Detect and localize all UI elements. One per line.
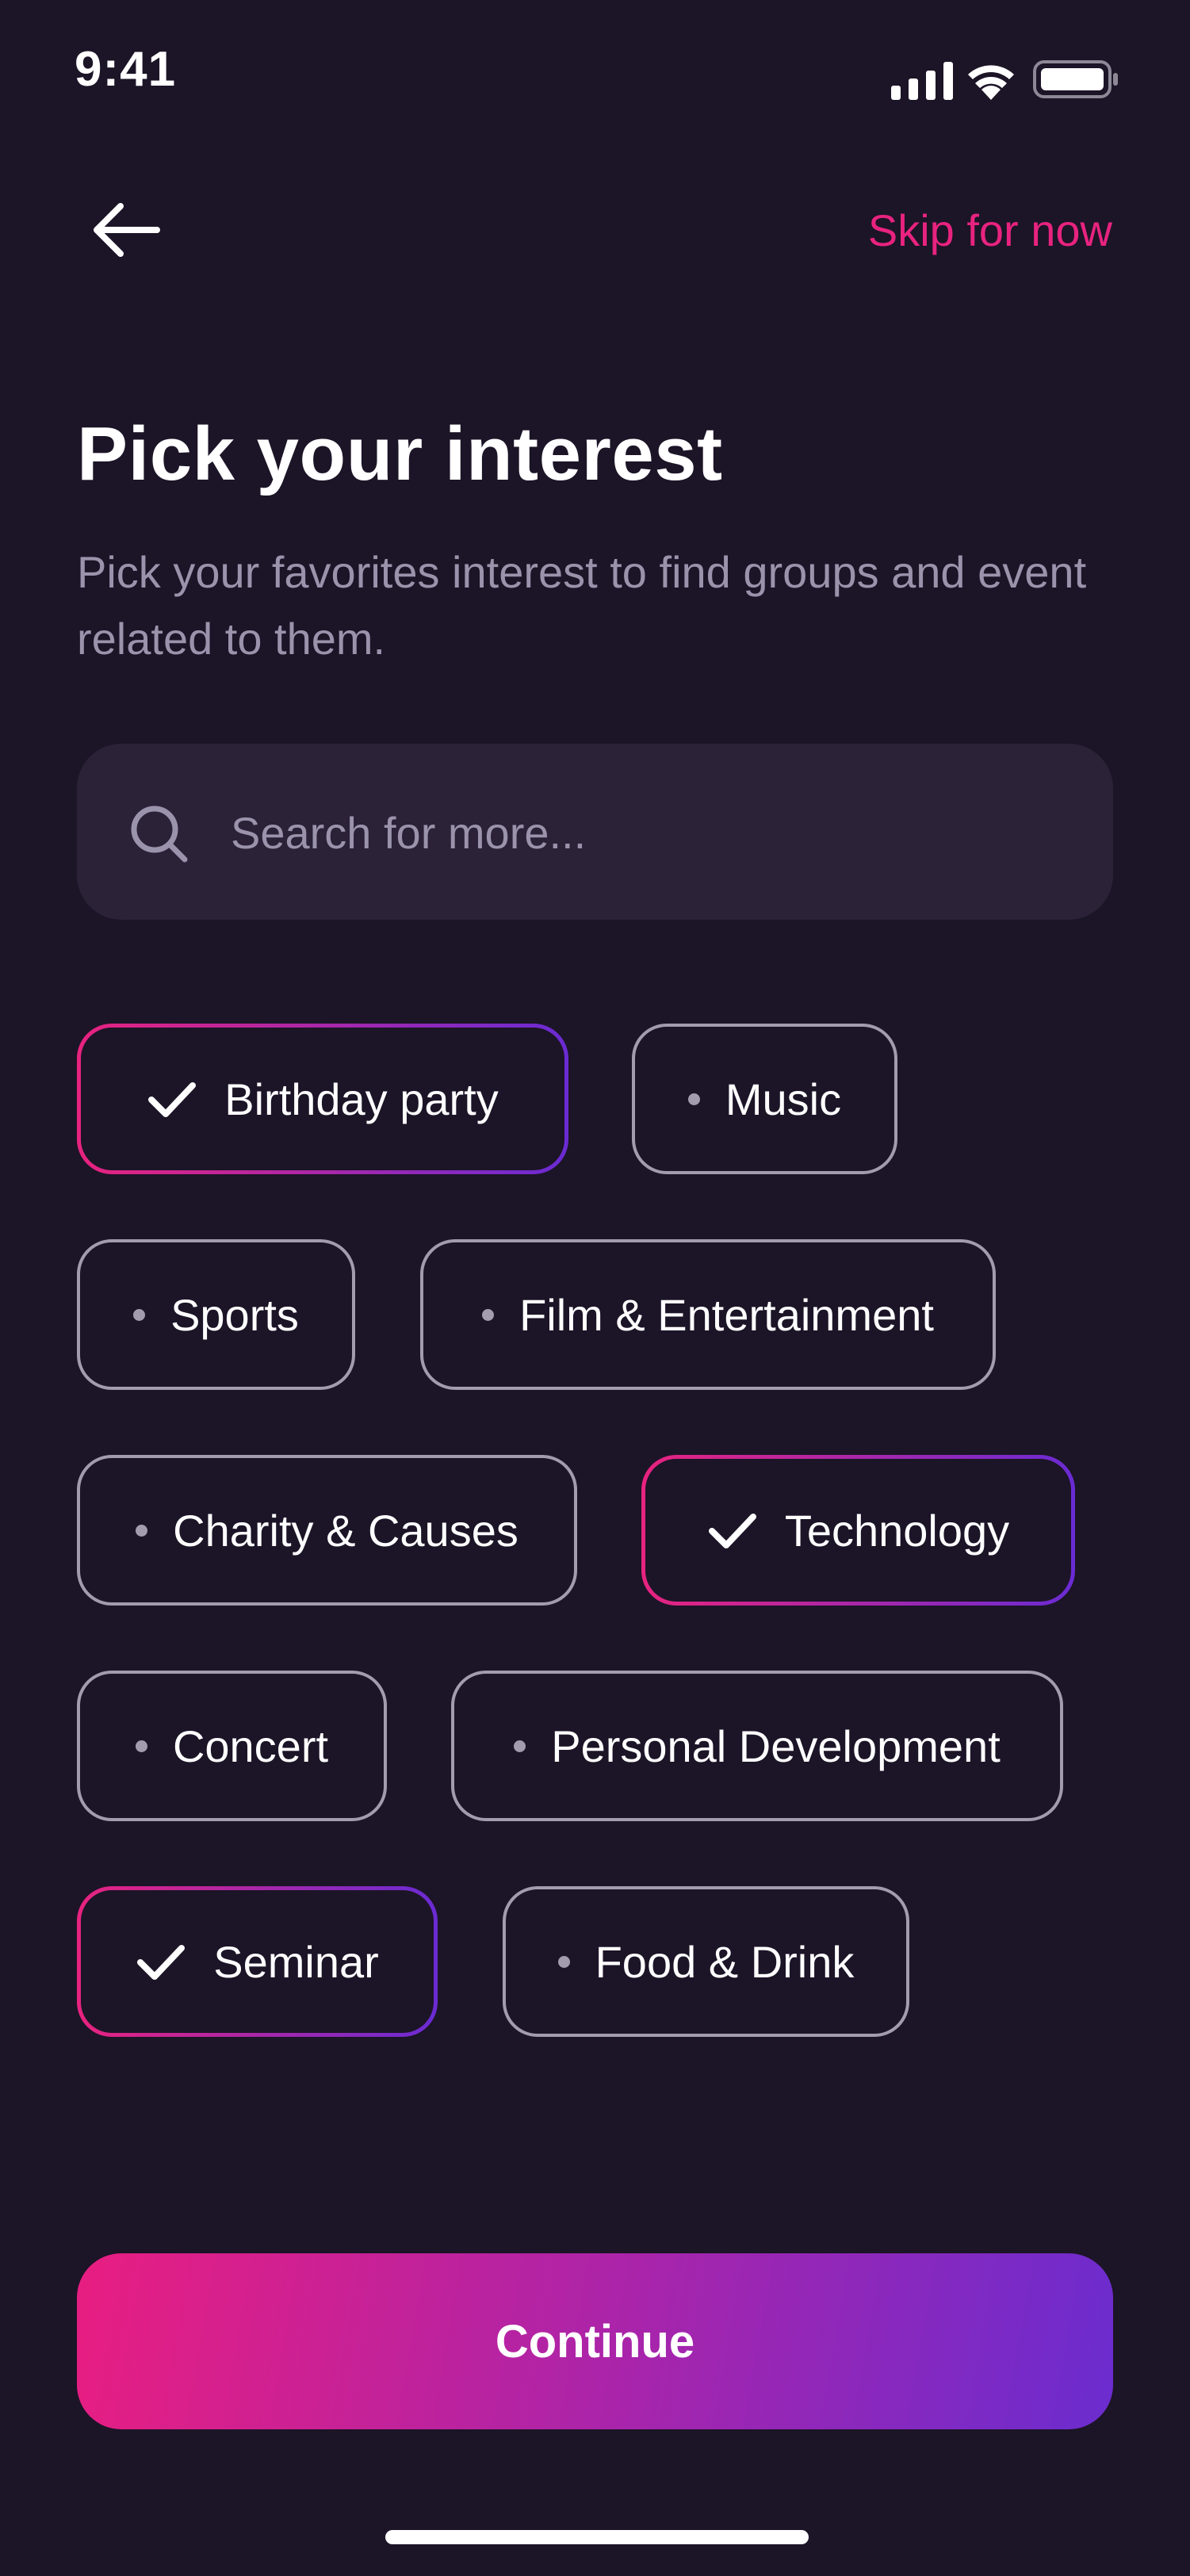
interest-chip-label: Birthday party	[224, 1074, 499, 1124]
interest-chip-label: Music	[725, 1074, 842, 1124]
interest-chip-birthday-party[interactable]: Birthday party	[77, 1024, 568, 1174]
interest-chip-label: Sports	[170, 1289, 299, 1340]
page-subtitle: Pick your favorites interest to find gro…	[77, 547, 1087, 664]
bullet-dot-icon	[557, 1955, 570, 1968]
status-time: 9:41	[75, 42, 177, 97]
skip-link[interactable]: Skip for now	[868, 205, 1112, 256]
interest-chip-music[interactable]: Music	[632, 1024, 897, 1174]
interest-chip-label: Food & Drink	[595, 1936, 855, 1987]
interest-chip-label: Seminar	[213, 1936, 379, 1987]
interest-chip-label: Concert	[172, 1721, 329, 1771]
interest-chip-label: Technology	[784, 1505, 1010, 1556]
bullet-dot-icon	[687, 1093, 700, 1105]
interest-chip-charity-causes[interactable]: Charity & Causes	[77, 1455, 577, 1606]
wifi-icon	[968, 65, 1014, 100]
check-icon	[708, 1514, 756, 1548]
interest-chip-label: Personal Development	[551, 1721, 1001, 1771]
search-icon	[131, 806, 188, 863]
interest-chip-personal-development[interactable]: Personal Development	[451, 1671, 1063, 1821]
interest-chip-label: Charity & Causes	[173, 1505, 518, 1556]
check-icon	[137, 1945, 186, 1980]
arrow-left-icon	[94, 203, 160, 257]
bullet-dot-icon	[136, 1524, 148, 1537]
status-icons	[891, 60, 1118, 100]
bullet-dot-icon	[133, 1308, 146, 1321]
home-indicator[interactable]	[385, 2530, 809, 2544]
search-input[interactable]	[229, 744, 1073, 921]
interest-chip-seminar[interactable]: Seminar	[77, 1886, 438, 2037]
interest-chip-food-drink[interactable]: Food & Drink	[503, 1886, 909, 2037]
bullet-dot-icon	[514, 1740, 526, 1752]
interest-chip-sports[interactable]: Sports	[77, 1239, 355, 1390]
battery-icon	[1033, 60, 1118, 98]
search-bar[interactable]	[77, 744, 1113, 921]
cellular-signal-icon	[891, 62, 953, 100]
interest-chip-film-entertainment[interactable]: Film & Entertainment	[420, 1239, 996, 1390]
bullet-dot-icon	[482, 1308, 495, 1321]
continue-button[interactable]: Continue	[77, 2253, 1113, 2429]
interest-chip-concert[interactable]: Concert	[77, 1671, 387, 1821]
page-title: Pick your interest	[77, 411, 723, 496]
check-icon	[148, 1082, 197, 1117]
interest-chip-technology[interactable]: Technology	[641, 1455, 1075, 1606]
back-button[interactable]	[79, 190, 174, 270]
bullet-dot-icon	[135, 1740, 147, 1752]
interest-chip-label: Film & Entertainment	[519, 1289, 934, 1340]
